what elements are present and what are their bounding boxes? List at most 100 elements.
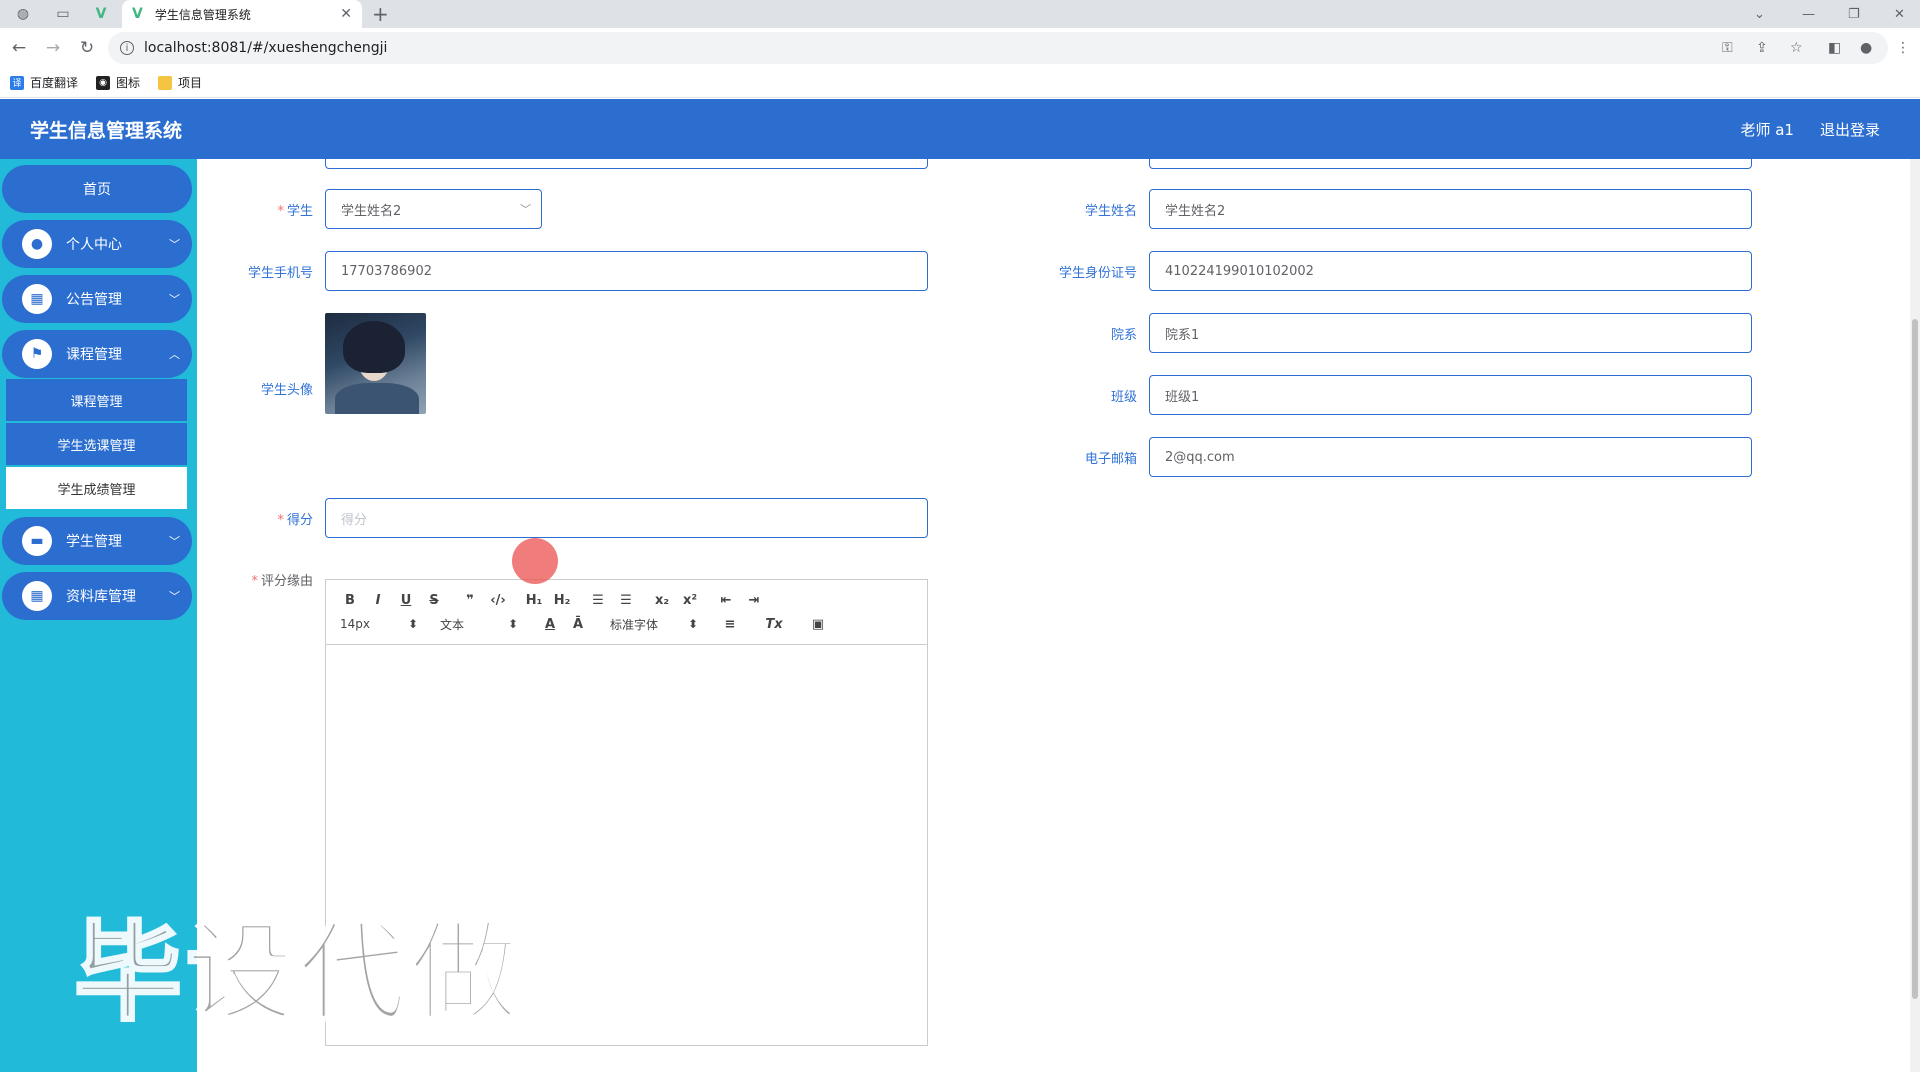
- bookmark-project[interactable]: 项目: [158, 74, 202, 91]
- browser-toolbar: ← → ↻ i localhost:8081/#/xueshengchengji…: [0, 28, 1920, 68]
- share-icon[interactable]: ⇪: [1756, 28, 1768, 68]
- restore-button[interactable]: ❐: [1848, 0, 1860, 28]
- id-field[interactable]: 410224199010102002: [1149, 251, 1752, 291]
- italic-icon[interactable]: I: [364, 593, 392, 608]
- sidepanel-icon[interactable]: ◧: [1828, 28, 1841, 68]
- code-block-icon[interactable]: ‹/›: [484, 593, 512, 608]
- dept-field[interactable]: 院系1: [1149, 313, 1752, 353]
- chevron-up-icon: ︿: [169, 348, 180, 361]
- sidebar-item-notice[interactable]: ▦ 公告管理 ﹀: [2, 275, 192, 323]
- app-header: 学生信息管理系统 老师 a1 退出登录: [0, 99, 1920, 159]
- chevron-down-icon: ﹀: [169, 238, 180, 251]
- user-icon: ●: [22, 229, 52, 259]
- font-color-icon[interactable]: A: [536, 617, 564, 632]
- bookmark-icons[interactable]: ◉ 图标: [96, 74, 140, 91]
- header-select[interactable]: 文本 ⬍: [436, 616, 522, 633]
- folder-icon: [158, 75, 173, 90]
- bullet-list-icon[interactable]: ☰: [612, 593, 640, 608]
- submenu-grade-manage[interactable]: 学生成绩管理: [6, 467, 187, 509]
- header-1-icon[interactable]: H₁: [520, 593, 548, 608]
- chevron-down-icon: ﹀: [169, 535, 180, 548]
- back-icon[interactable]: ←: [4, 38, 34, 58]
- indent-icon[interactable]: ⇥: [740, 593, 768, 608]
- new-tab-button[interactable]: +: [372, 0, 389, 28]
- phone-label: 学生手机号: [247, 266, 313, 281]
- address-bar[interactable]: i localhost:8081/#/xueshengchengji: [108, 32, 1888, 64]
- translate-icon: 译: [10, 75, 24, 90]
- tab-search-icon[interactable]: ⌄: [1754, 0, 1765, 28]
- score-input[interactable]: 得分: [325, 498, 928, 538]
- reason-label: * 评分缘由: [251, 574, 313, 589]
- vue-tab-icon[interactable]: V: [82, 0, 120, 28]
- bold-icon[interactable]: B: [336, 593, 364, 608]
- sidebar-item-personal-center[interactable]: ● 个人中心 ﹀: [2, 220, 192, 268]
- menu-icon[interactable]: ⋮: [1896, 28, 1910, 68]
- previous-field-right[interactable]: [1149, 159, 1752, 169]
- blockquote-icon[interactable]: ❞: [456, 593, 484, 608]
- avatar-label: 学生头像: [260, 383, 313, 398]
- header-2-icon[interactable]: H₂: [548, 593, 576, 608]
- sidebar-item-course[interactable]: ⚑ 课程管理 ︿: [2, 330, 192, 378]
- strike-icon[interactable]: S: [420, 593, 448, 608]
- ordered-list-icon[interactable]: ☰: [584, 593, 612, 608]
- class-label: 班级: [1110, 390, 1137, 405]
- iconfont-icon: ◉: [96, 75, 111, 90]
- underline-icon[interactable]: U: [392, 593, 420, 608]
- watermark-text: 毕设代做: [72, 910, 523, 1038]
- flag-icon: ⚑: [22, 339, 52, 369]
- url-text: localhost:8081/#/xueshengchengji: [144, 40, 388, 56]
- key-icon[interactable]: ⚿: [1722, 28, 1733, 68]
- current-user: 老师 a1: [1740, 120, 1794, 139]
- sidebar-item-student[interactable]: ▬ 学生管理 ﹀: [2, 517, 192, 565]
- reload-icon[interactable]: ↻: [72, 38, 102, 58]
- star-icon[interactable]: ☆: [1790, 28, 1803, 68]
- outdent-icon[interactable]: ⇤: [712, 593, 740, 608]
- name-field[interactable]: 学生姓名2: [1149, 189, 1752, 229]
- apps-icon: ▦: [22, 581, 52, 611]
- active-tab[interactable]: V 学生信息管理系统 ✕: [122, 0, 362, 28]
- editor-toolbar: B I U S ❞ ‹/› H₁ H₂ ☰ ☰ x₂ x² ⇤ ⇥ 14px ⬍ …: [326, 580, 927, 645]
- name-label: 学生姓名: [1084, 204, 1137, 219]
- forward-icon[interactable]: →: [38, 38, 68, 58]
- email-field[interactable]: 2@qq.com: [1149, 437, 1752, 477]
- image-icon[interactable]: ▣: [804, 617, 832, 632]
- font-size-select[interactable]: 14px ⬍: [336, 617, 422, 631]
- bookmark-baidu-fanyi[interactable]: 译 百度翻译: [10, 74, 78, 91]
- app-title: 学生信息管理系统: [30, 119, 183, 142]
- email-label: 电子邮箱: [1084, 452, 1137, 467]
- close-window-button[interactable]: ✕: [1894, 0, 1905, 28]
- minimize-button[interactable]: —: [1802, 0, 1815, 28]
- blank-tab-icon[interactable]: ▭: [44, 0, 82, 28]
- student-avatar-image[interactable]: [325, 313, 426, 414]
- student-label: * 学生: [277, 204, 313, 219]
- score-label: * 得分: [277, 513, 313, 528]
- clear-format-icon[interactable]: Tx: [760, 617, 788, 632]
- align-icon[interactable]: ≡: [716, 617, 744, 632]
- scrollbar-thumb[interactable]: [1912, 319, 1918, 999]
- class-field[interactable]: 班级1: [1149, 375, 1752, 415]
- info-icon[interactable]: i: [120, 41, 134, 55]
- profile-icon[interactable]: ●: [1860, 28, 1872, 68]
- logout-link[interactable]: 退出登录: [1820, 119, 1880, 140]
- submenu-course-manage[interactable]: 课程管理: [6, 379, 187, 421]
- superscript-icon[interactable]: x²: [676, 593, 704, 608]
- phone-field[interactable]: 17703786902: [325, 251, 928, 291]
- sidebar-item-home[interactable]: 首页: [2, 165, 192, 213]
- close-tab-icon[interactable]: ✕: [340, 6, 352, 22]
- font-family-select[interactable]: 标准字体 ⬍: [606, 616, 702, 633]
- id-label: 学生身份证号: [1058, 266, 1137, 281]
- background-color-icon[interactable]: Ā: [564, 617, 592, 632]
- subscript-icon[interactable]: x₂: [648, 593, 676, 608]
- student-select[interactable]: 学生姓名2 ﹀: [325, 189, 542, 229]
- previous-field-left[interactable]: [325, 159, 928, 169]
- chevron-down-icon: ﹀: [169, 293, 180, 306]
- bookmarks-bar: 译 百度翻译 ◉ 图标 项目: [0, 68, 1920, 98]
- cursor-highlight: [512, 538, 558, 584]
- vue-logo-icon: V: [132, 6, 143, 22]
- tab-title: 学生信息管理系统: [154, 7, 251, 22]
- site-icon[interactable]: ◍: [4, 0, 42, 28]
- sidebar-item-library[interactable]: ▦ 资料库管理 ﹀: [2, 572, 192, 620]
- monitor-icon: ▬: [22, 526, 52, 556]
- submenu-course-selection[interactable]: 学生选课管理: [6, 423, 187, 465]
- scrollbar[interactable]: [1910, 159, 1920, 1072]
